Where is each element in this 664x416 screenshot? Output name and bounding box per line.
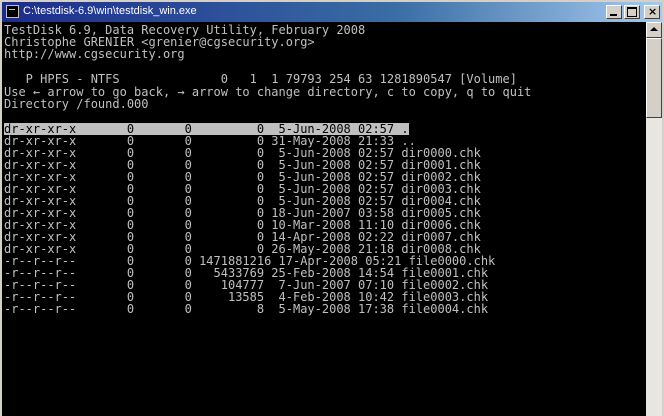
console-window: C:\testdisk-6.9\win\testdisk_win.exe × T…	[0, 0, 664, 416]
minimize-button[interactable]	[606, 5, 622, 19]
console-output[interactable]: TestDisk 6.9, Data Recovery Utility, Feb…	[2, 22, 646, 416]
title-bar[interactable]: C:\testdisk-6.9\win\testdisk_win.exe ×	[2, 2, 662, 22]
current-directory: Directory /found.000	[4, 97, 149, 111]
maximize-button[interactable]	[624, 5, 640, 19]
close-button[interactable]: ×	[644, 5, 660, 19]
file-entry-row[interactable]: -r--r--r-- 0 0 8 5-May-2008 17:38 file00…	[4, 303, 488, 315]
partition-info: P HPFS - NTFS 0 1 1 79793 254 63 1281890…	[4, 72, 517, 86]
console-app-icon[interactable]	[6, 5, 19, 18]
close-icon: ×	[648, 5, 658, 18]
scroll-up-button[interactable]	[646, 22, 662, 38]
vertical-scrollbar[interactable]	[646, 22, 662, 416]
header-line: http://www.cgsecurity.org	[4, 47, 185, 61]
window-title: C:\testdisk-6.9\win\testdisk_win.exe	[23, 5, 197, 17]
scrollbar-thumb[interactable]	[646, 38, 662, 118]
